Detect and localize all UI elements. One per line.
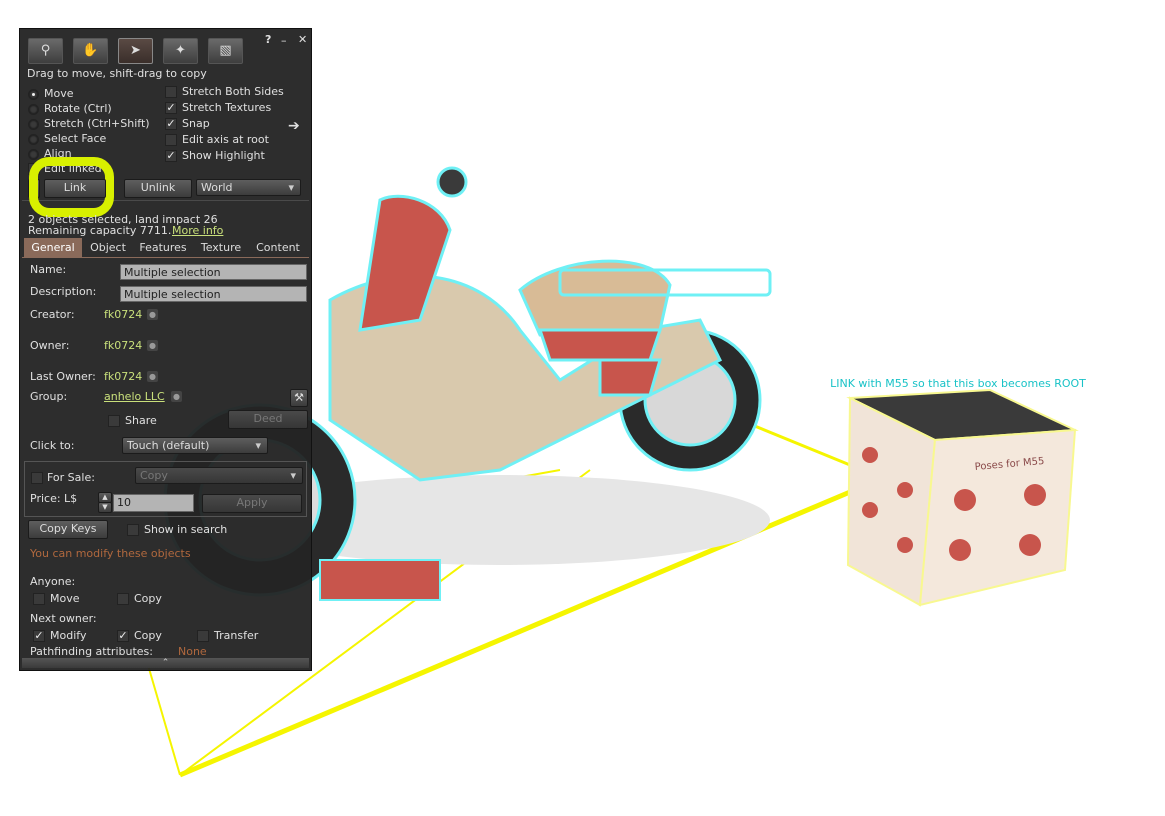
more-info-link[interactable]: More info [172,224,223,237]
tab-object[interactable]: Object [84,238,132,257]
share-checkbox[interactable] [108,415,120,427]
mode-select-face-radio[interactable] [28,134,39,145]
minimize-icon[interactable]: – [281,34,287,47]
next-owner-label: Next owner: [30,612,97,625]
stretch-textures-checkbox[interactable]: ✓ [165,102,177,114]
next-modify-label: Modify [50,629,87,642]
price-label: Price: L$ [30,492,78,505]
copy-keys-button[interactable]: Copy Keys [28,520,108,539]
show-highlight-checkbox[interactable]: ✓ [165,150,177,162]
anyone-copy-checkbox[interactable] [117,593,129,605]
bulldozer-icon: ▧ [219,43,232,58]
drag-hint: Drag to move, shift-drag to copy [27,67,207,80]
for-sale-label: For Sale: [47,471,95,484]
sale-type-dropdown[interactable]: Copy [135,467,303,484]
share-label: Share [125,414,157,427]
description-field[interactable]: Multiple selection [120,286,307,302]
last-owner-name[interactable]: fk0724 [104,370,142,383]
unlink-button[interactable]: Unlink [124,179,192,198]
wrench-icon: ⚒ [294,391,304,404]
owner-label: Owner: [30,339,70,352]
lock-icon: ● [147,371,158,382]
group-label: Group: [30,390,68,403]
focus-tool-button[interactable]: ⚲ [28,38,63,64]
tab-texture[interactable]: Texture [194,238,248,257]
lock-icon: ● [147,340,158,351]
creator-label: Creator: [30,308,75,321]
stretch-both-sides-label: Stretch Both Sides [182,85,284,98]
stretch-both-sides-checkbox[interactable] [165,86,177,98]
apply-button[interactable]: Apply [202,494,302,513]
move-tool-button[interactable]: ✋ [73,38,108,64]
snap-label: Snap [182,117,210,130]
land-tool-button[interactable]: ▧ [208,38,243,64]
next-copy-label: Copy [134,629,162,642]
tab-content[interactable]: Content [250,238,306,257]
deed-button[interactable]: Deed [228,410,308,429]
anyone-move-label: Move [50,592,80,605]
build-tools-floater[interactable]: ⚲ ✋ ➤ ✦ ▧ ? – ✕ Drag to move, shift-drag… [19,28,312,671]
price-down-button[interactable]: ▼ [98,502,112,513]
link-button[interactable]: Link [44,179,106,198]
anyone-copy-label: Copy [134,592,162,605]
modify-notice: You can modify these objects [30,547,191,560]
show-in-search-label: Show in search [144,523,228,536]
next-modify-checkbox[interactable]: ✓ [33,630,45,642]
show-in-search-checkbox[interactable] [127,524,139,536]
stretch-textures-label: Stretch Textures [182,101,272,114]
magic-wand-icon: ✦ [175,43,186,58]
remaining-capacity: Remaining capacity 7711. [28,224,172,237]
help-icon[interactable]: ? [265,33,271,46]
cube-hover-text: LINK with M55 so that this box becomes R… [830,377,1086,390]
mode-move-radio[interactable] [28,89,39,100]
mode-rotate-label: Rotate (Ctrl) [44,102,112,115]
name-label: Name: [30,263,67,276]
click-action-dropdown[interactable]: Touch (default) [122,437,268,454]
lock-icon: ● [171,391,182,402]
pathfinding-value: None [178,645,207,658]
mode-move-label: Move [44,87,74,100]
edit-axis-root-checkbox[interactable] [165,134,177,146]
next-transfer-checkbox[interactable] [197,630,209,642]
click-to-label: Click to: [30,439,75,452]
anyone-label: Anyone: [30,575,76,588]
mode-stretch-label: Stretch (Ctrl+Shift) [44,117,150,130]
creator-name[interactable]: fk0724 [104,308,142,321]
owner-name[interactable]: fk0724 [104,339,142,352]
arrow-right-icon[interactable]: ➔ [288,118,300,134]
description-label: Description: [30,285,97,298]
anyone-move-checkbox[interactable] [33,593,45,605]
next-transfer-label: Transfer [214,629,259,642]
mode-stretch-radio[interactable] [28,119,39,130]
next-copy-checkbox[interactable]: ✓ [117,630,129,642]
create-tool-button[interactable]: ✦ [163,38,198,64]
tab-underline [22,257,309,258]
snap-checkbox[interactable]: ✓ [165,118,177,130]
magnifier-icon: ⚲ [40,43,51,58]
last-owner-label: Last Owner: [30,370,96,383]
set-group-button[interactable]: ⚒ [290,389,308,407]
arrow-cursor-icon: ➤ [130,43,141,58]
show-highlight-label: Show Highlight [182,149,265,162]
mode-select-face-label: Select Face [44,132,107,145]
price-field[interactable]: 10 [113,494,194,512]
mode-align-radio[interactable] [28,149,39,160]
collapse-panel-button[interactable]: ⌃ [22,658,309,668]
tab-features[interactable]: Features [134,238,192,257]
for-sale-checkbox[interactable] [31,472,43,484]
edit-axis-root-label: Edit axis at root [182,133,269,146]
tab-general[interactable]: General [24,238,82,257]
group-name[interactable]: anhelo LLC [104,390,165,403]
close-icon[interactable]: ✕ [298,33,307,46]
lock-icon: ● [147,309,158,320]
pathfinding-label: Pathfinding attributes: [30,645,153,658]
chevron-up-icon: ⌃ [161,658,170,668]
ruler-mode-dropdown[interactable]: World [196,179,301,196]
name-field[interactable]: Multiple selection [120,264,307,280]
hand-icon: ✋ [82,43,99,58]
edit-tool-button[interactable]: ➤ [118,38,153,64]
mode-rotate-radio[interactable] [28,104,39,115]
